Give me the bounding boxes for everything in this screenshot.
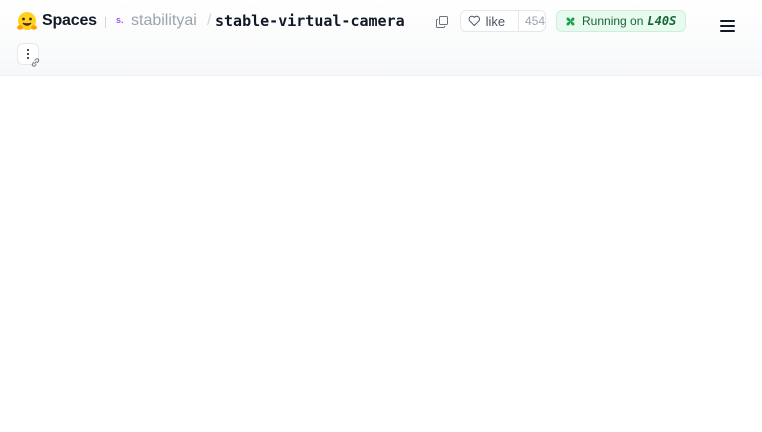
space-content-area: [0, 76, 762, 432]
like-count[interactable]: 454: [517, 11, 545, 31]
like-label: like: [485, 13, 506, 29]
hugging-face-emoji-icon[interactable]: [16, 11, 38, 33]
owner-link[interactable]: stabilityai: [131, 12, 197, 30]
fan-icon: [566, 17, 575, 25]
hamburger-menu-icon[interactable]: [720, 20, 735, 34]
header-row: Spaces s. stabilityai / stable-virtual-c…: [0, 0, 762, 44]
like-button[interactable]: like 454: [460, 10, 546, 32]
path-separator: /: [207, 12, 212, 29]
heart-icon: [468, 15, 480, 26]
spaces-brand-link[interactable]: Spaces: [42, 12, 97, 30]
owner-avatar: s.: [116, 15, 124, 25]
copy-icon[interactable]: [436, 16, 448, 28]
link-icon[interactable]: [30, 57, 41, 68]
status-prefix: Running on: [582, 14, 644, 28]
repo-name-link[interactable]: stable-virtual-camera: [215, 12, 405, 30]
running-status-badge[interactable]: Running on L40S: [556, 10, 687, 32]
header-divider: [105, 17, 106, 28]
status-hardware: L40S: [647, 14, 677, 28]
top-header: Spaces s. stabilityai / stable-virtual-c…: [0, 0, 762, 76]
